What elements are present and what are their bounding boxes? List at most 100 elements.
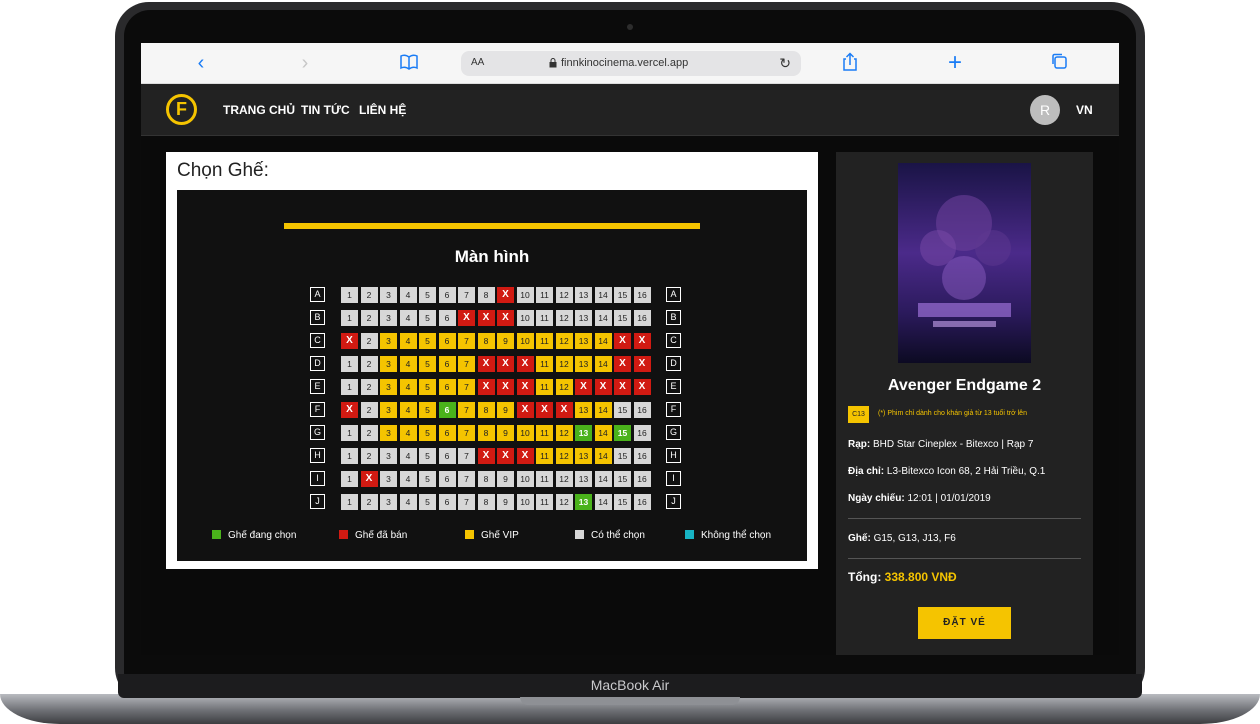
seat-j7[interactable]: 7 (458, 494, 475, 510)
seat-a13[interactable]: 13 (575, 287, 592, 303)
seat-j11[interactable]: 11 (536, 494, 553, 510)
seat-h5[interactable]: 5 (419, 448, 436, 464)
seat-a8[interactable]: 8 (477, 287, 495, 303)
seat-d11[interactable]: 11 (536, 356, 553, 372)
avatar[interactable]: R (1030, 95, 1060, 125)
seat-i3[interactable]: 3 (380, 471, 397, 487)
seat-b15[interactable]: 15 (614, 310, 631, 326)
seat-j6[interactable]: 6 (438, 494, 456, 510)
seat-a7[interactable]: 7 (458, 287, 475, 303)
seat-f16[interactable]: 16 (633, 402, 651, 418)
seat-g3[interactable]: 3 (380, 425, 397, 441)
seat-i11[interactable]: 11 (536, 471, 553, 487)
seat-h13[interactable]: 13 (575, 448, 592, 464)
seat-g5[interactable]: 5 (419, 425, 436, 441)
seat-h1[interactable]: 1 (341, 448, 358, 464)
seat-h4[interactable]: 4 (399, 448, 417, 464)
seat-i9[interactable]: 9 (497, 471, 514, 487)
seat-i14[interactable]: 14 (594, 471, 612, 487)
seat-b11[interactable]: 11 (536, 310, 553, 326)
seat-f8[interactable]: 8 (477, 402, 495, 418)
seat-i15[interactable]: 15 (614, 471, 631, 487)
seat-j9[interactable]: 9 (497, 494, 514, 510)
seat-b6[interactable]: 6 (438, 310, 456, 326)
seat-h14[interactable]: 14 (594, 448, 612, 464)
seat-j10[interactable]: 10 (516, 494, 534, 510)
seat-f6[interactable]: 6 (438, 402, 456, 418)
seat-i13[interactable]: 13 (575, 471, 592, 487)
seat-d1[interactable]: 1 (341, 356, 358, 372)
seat-a15[interactable]: 15 (614, 287, 631, 303)
seat-j8[interactable]: 8 (477, 494, 495, 510)
seat-c4[interactable]: 4 (399, 333, 417, 349)
seat-c3[interactable]: 3 (380, 333, 397, 349)
seat-c9[interactable]: 9 (497, 333, 514, 349)
seat-a16[interactable]: 16 (633, 287, 651, 303)
seat-g1[interactable]: 1 (341, 425, 358, 441)
seat-h16[interactable]: 16 (633, 448, 651, 464)
seat-c11[interactable]: 11 (536, 333, 553, 349)
seat-b3[interactable]: 3 (380, 310, 397, 326)
back-icon[interactable]: ‹ (189, 52, 213, 74)
language-switch[interactable]: VN (1076, 103, 1093, 117)
seat-e5[interactable]: 5 (419, 379, 436, 395)
seat-c10[interactable]: 10 (516, 333, 534, 349)
seat-j5[interactable]: 5 (419, 494, 436, 510)
seat-e7[interactable]: 7 (458, 379, 475, 395)
seat-a3[interactable]: 3 (380, 287, 397, 303)
nav-contact[interactable]: LIÊN HỆ (359, 103, 406, 117)
seat-b12[interactable]: 12 (555, 310, 573, 326)
forward-icon[interactable]: › (293, 52, 317, 74)
seat-g14[interactable]: 14 (594, 425, 612, 441)
nav-news[interactable]: TIN TỨC (301, 103, 350, 117)
seat-b13[interactable]: 13 (575, 310, 592, 326)
seat-i1[interactable]: 1 (341, 471, 358, 487)
seat-f14[interactable]: 14 (594, 402, 612, 418)
seat-g10[interactable]: 10 (516, 425, 534, 441)
tabs-icon[interactable] (1047, 52, 1071, 74)
seat-c5[interactable]: 5 (419, 333, 436, 349)
seat-g12[interactable]: 12 (555, 425, 573, 441)
seat-c7[interactable]: 7 (458, 333, 475, 349)
seat-a14[interactable]: 14 (594, 287, 612, 303)
seat-f2[interactable]: 2 (360, 402, 378, 418)
seat-i8[interactable]: 8 (477, 471, 495, 487)
seat-b1[interactable]: 1 (341, 310, 358, 326)
seat-g7[interactable]: 7 (458, 425, 475, 441)
seat-c8[interactable]: 8 (477, 333, 495, 349)
seat-c13[interactable]: 13 (575, 333, 592, 349)
seat-e3[interactable]: 3 (380, 379, 397, 395)
seat-f7[interactable]: 7 (458, 402, 475, 418)
seat-b4[interactable]: 4 (399, 310, 417, 326)
share-icon[interactable] (838, 52, 862, 74)
reload-icon[interactable]: ↻ (779, 55, 791, 72)
seat-d7[interactable]: 7 (458, 356, 475, 372)
seat-b14[interactable]: 14 (594, 310, 612, 326)
seat-d6[interactable]: 6 (438, 356, 456, 372)
seat-d3[interactable]: 3 (380, 356, 397, 372)
seat-e12[interactable]: 12 (555, 379, 573, 395)
seat-c12[interactable]: 12 (555, 333, 573, 349)
seat-f5[interactable]: 5 (419, 402, 436, 418)
seat-b16[interactable]: 16 (633, 310, 651, 326)
seat-h15[interactable]: 15 (614, 448, 631, 464)
seat-g13[interactable]: 13 (575, 425, 592, 441)
seat-d4[interactable]: 4 (399, 356, 417, 372)
seat-i5[interactable]: 5 (419, 471, 436, 487)
seat-h2[interactable]: 2 (360, 448, 378, 464)
seat-a6[interactable]: 6 (438, 287, 456, 303)
seat-f4[interactable]: 4 (399, 402, 417, 418)
seat-h3[interactable]: 3 (380, 448, 397, 464)
seat-g2[interactable]: 2 (360, 425, 378, 441)
seat-j1[interactable]: 1 (341, 494, 358, 510)
seat-d13[interactable]: 13 (575, 356, 592, 372)
book-ticket-button[interactable]: ĐẶT VÉ (918, 607, 1011, 639)
seat-j3[interactable]: 3 (380, 494, 397, 510)
seat-h11[interactable]: 11 (536, 448, 553, 464)
seat-a1[interactable]: 1 (341, 287, 358, 303)
seat-c14[interactable]: 14 (594, 333, 612, 349)
seat-b5[interactable]: 5 (419, 310, 436, 326)
seat-e4[interactable]: 4 (399, 379, 417, 395)
seat-e1[interactable]: 1 (341, 379, 358, 395)
seat-f9[interactable]: 9 (497, 402, 514, 418)
